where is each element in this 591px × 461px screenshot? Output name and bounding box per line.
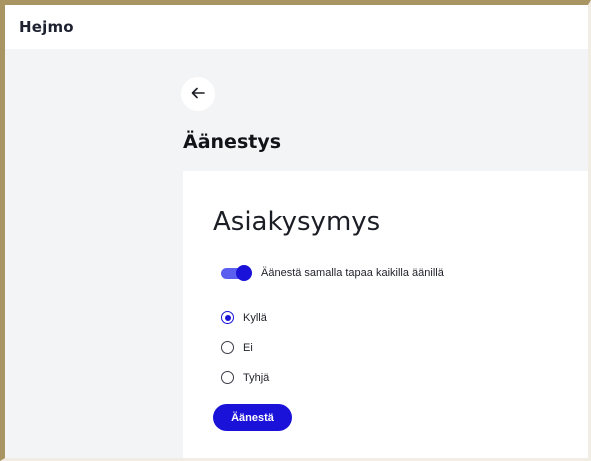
radio-blank[interactable] [221, 371, 234, 384]
page-title: Äänestys [183, 131, 282, 153]
same-vote-toggle-row[interactable]: Äänestä samalla tapaa kaikilla äänillä [221, 265, 444, 281]
option-yes-label: Kyllä [243, 311, 267, 324]
option-blank[interactable]: Tyhjä [221, 371, 269, 384]
app-window: Hejmo Äänestys Asiakysymys Äänestä samal… [0, 0, 591, 461]
option-yes[interactable]: Kyllä [221, 311, 267, 324]
same-vote-toggle-label: Äänestä samalla tapaa kaikilla äänillä [261, 267, 444, 279]
option-no-label: Ei [243, 341, 253, 354]
arrow-left-icon [191, 87, 205, 102]
radio-no[interactable] [221, 341, 234, 354]
toggle-knob[interactable] [236, 265, 252, 281]
same-vote-toggle[interactable] [221, 265, 252, 281]
vote-button[interactable]: Äänestä [213, 404, 292, 431]
voting-card: Asiakysymys Äänestä samalla tapaa kaikil… [183, 171, 588, 458]
question-title: Asiakysymys [213, 207, 381, 237]
option-no[interactable]: Ei [221, 341, 253, 354]
top-bar: Hejmo [5, 5, 588, 49]
radio-yes[interactable] [221, 311, 234, 324]
option-blank-label: Tyhjä [243, 371, 270, 384]
brand-logo[interactable]: Hejmo [19, 18, 74, 36]
back-button[interactable] [181, 77, 215, 111]
